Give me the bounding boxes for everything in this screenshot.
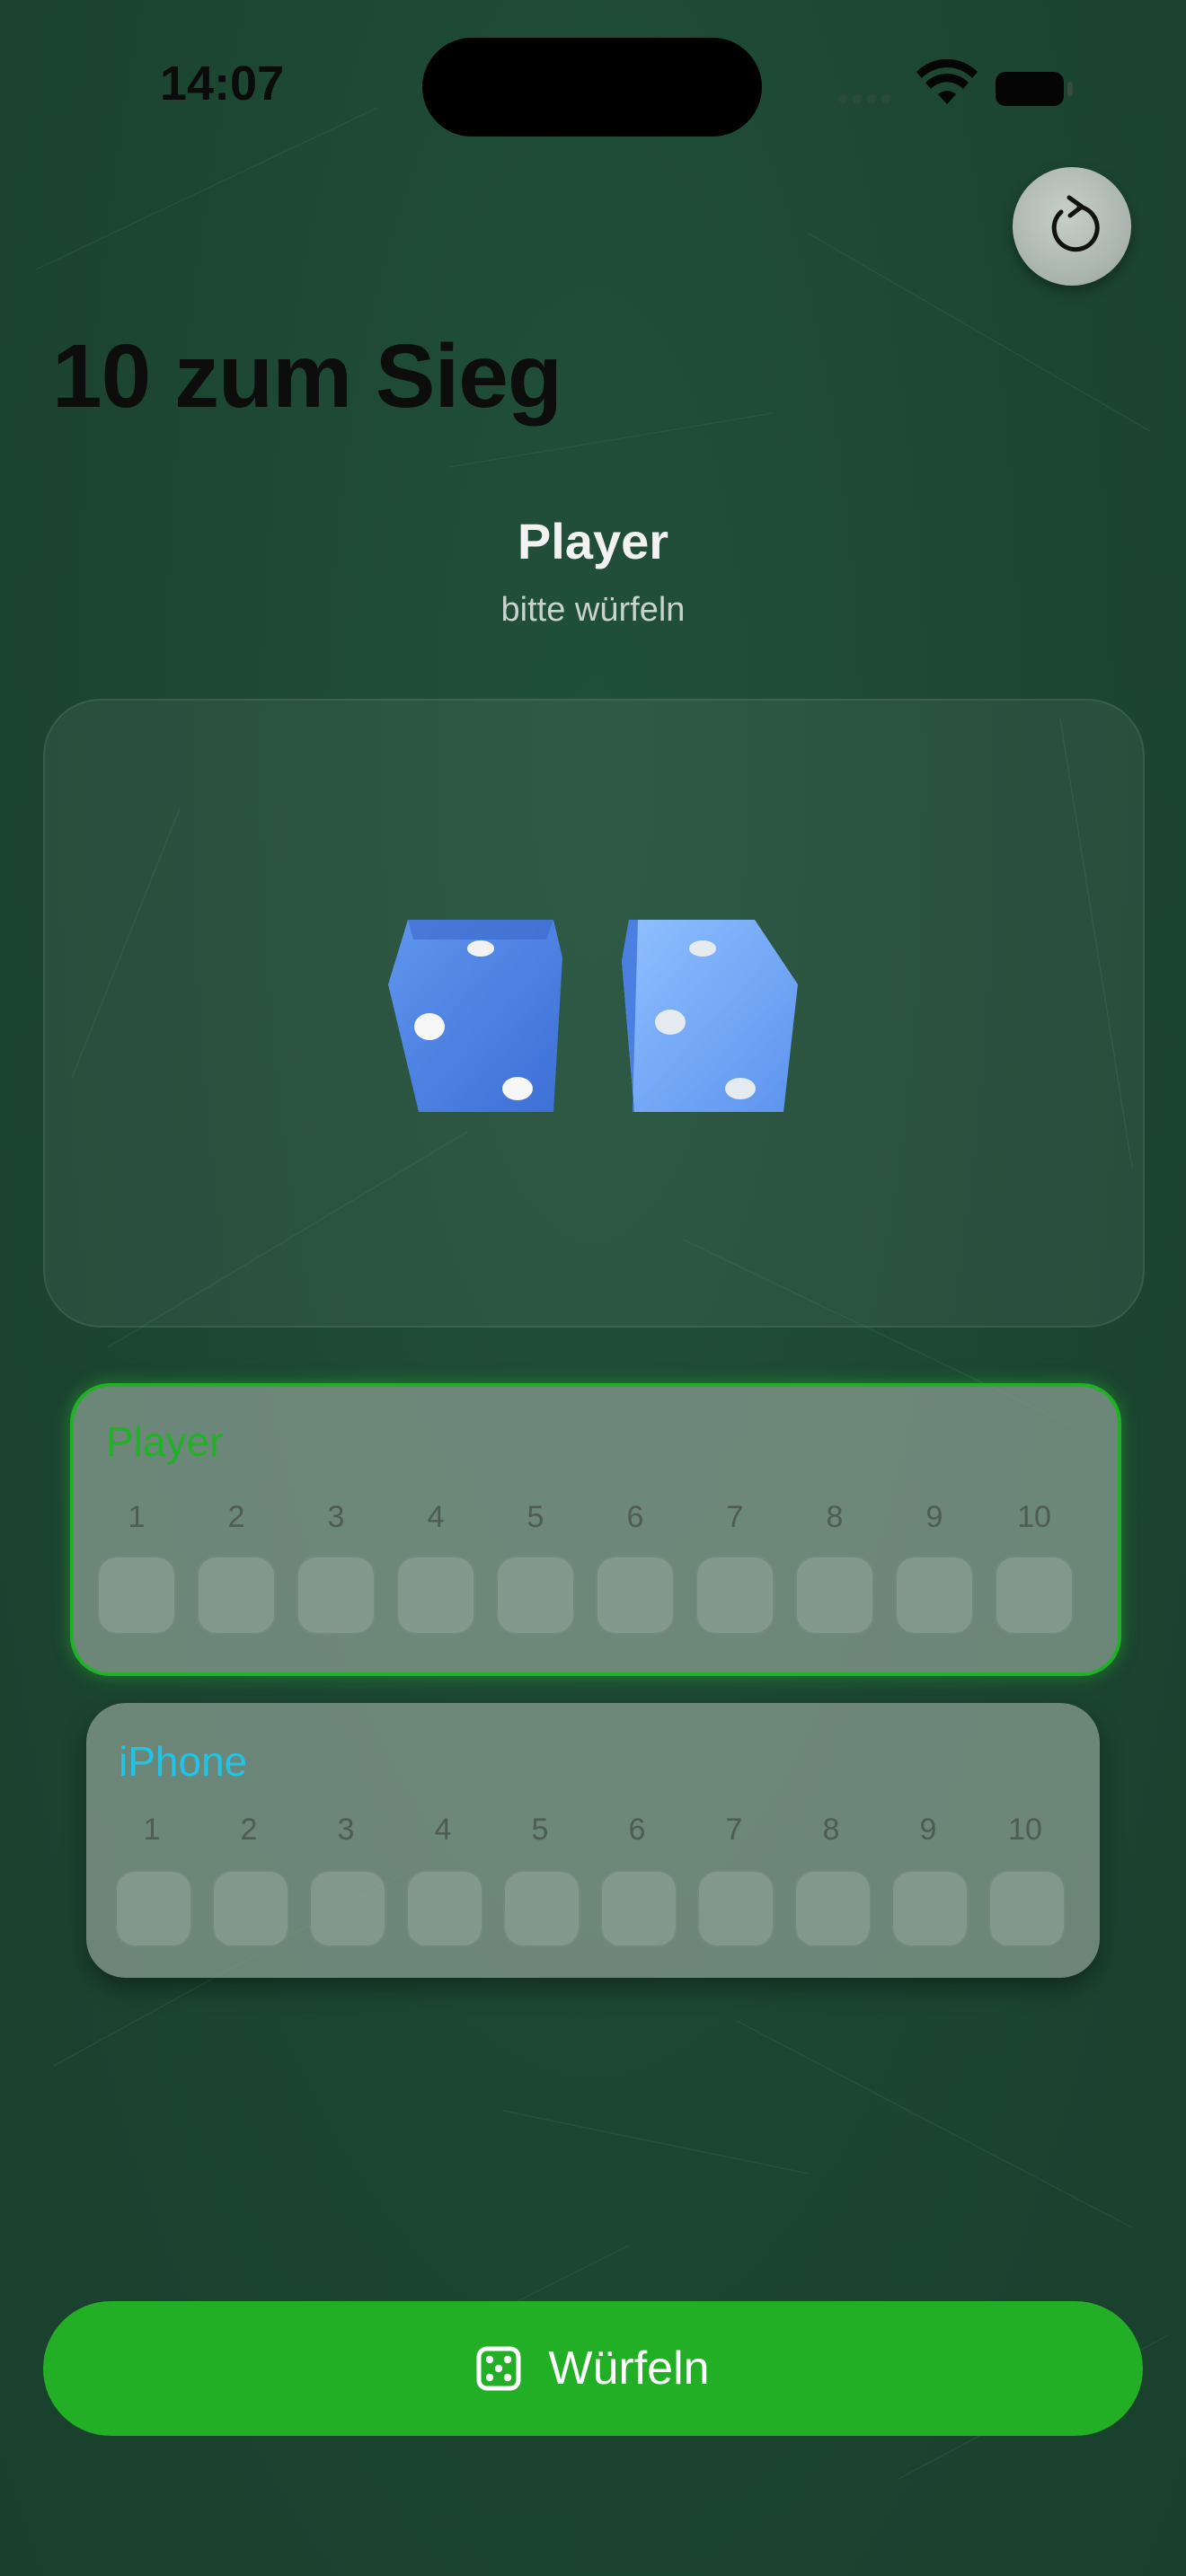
die-icon — [476, 2346, 521, 2391]
pip — [414, 1013, 445, 1040]
slot-number: 5 — [527, 1500, 544, 1534]
die-right — [622, 920, 798, 1112]
signal-icon — [838, 94, 890, 103]
score-slot — [995, 1556, 1074, 1635]
turn-status: bitte würfeln — [500, 591, 686, 629]
score-slot — [596, 1556, 675, 1635]
score-slot — [212, 1870, 289, 1947]
dynamic-island — [422, 38, 762, 137]
pip — [467, 940, 494, 957]
slot-number: 9 — [925, 1500, 943, 1534]
opponent-name: iPhone — [119, 1738, 248, 1785]
slot-number: 7 — [725, 1813, 743, 1847]
iphone-score-card: iPhone 1 2 3 4 5 6 7 8 9 10 — [86, 1703, 1100, 1978]
counterclockwise-arrow-icon — [1051, 195, 1100, 252]
slot-number: 4 — [434, 1813, 452, 1847]
score-slot — [695, 1556, 774, 1635]
player-name: Player — [106, 1418, 224, 1465]
slot-number: 5 — [531, 1813, 549, 1847]
slot-number: 2 — [240, 1813, 258, 1847]
score-slot — [503, 1870, 580, 1947]
score-slot — [795, 1556, 874, 1635]
slot-number: 4 — [427, 1500, 445, 1534]
slot-number: 9 — [919, 1813, 937, 1847]
slot-number: 1 — [143, 1813, 161, 1847]
roll-dice-button[interactable]: Würfeln — [43, 2301, 1143, 2436]
slot-number: 7 — [726, 1500, 744, 1534]
current-player-name: Player — [517, 513, 669, 569]
score-slot — [895, 1556, 974, 1635]
dice-area — [388, 920, 798, 1112]
slot-number: 1 — [128, 1500, 146, 1534]
status-time: 14:07 — [160, 57, 285, 110]
slot-number: 8 — [822, 1813, 840, 1847]
score-slot — [396, 1556, 475, 1635]
wifi-icon — [916, 59, 978, 104]
slot-number: 3 — [337, 1813, 355, 1847]
score-slot — [97, 1556, 176, 1635]
pip — [655, 1010, 686, 1035]
score-slot — [296, 1556, 376, 1635]
score-slot — [115, 1870, 192, 1947]
score-slot — [988, 1870, 1066, 1947]
slot-number: 3 — [327, 1500, 345, 1534]
score-slot — [197, 1556, 276, 1635]
roll-button-label: Würfeln — [548, 2342, 710, 2395]
slot-number: 6 — [628, 1813, 646, 1847]
pip — [725, 1078, 756, 1099]
battery-icon — [996, 72, 1073, 106]
slot-number: 2 — [227, 1500, 245, 1534]
score-slot — [496, 1556, 575, 1635]
pip — [502, 1077, 533, 1100]
slot-number: 8 — [826, 1500, 844, 1534]
reset-button[interactable] — [1013, 167, 1131, 286]
slot-number: 6 — [626, 1500, 644, 1534]
score-slot — [309, 1870, 386, 1947]
page-title: 10 zum Sieg — [52, 326, 562, 427]
score-slot — [891, 1870, 969, 1947]
pip — [689, 940, 716, 957]
player-score-card: Player 1 2 3 4 5 6 7 8 9 10 — [70, 1383, 1121, 1676]
score-slot — [406, 1870, 483, 1947]
score-slot — [697, 1870, 774, 1947]
slot-number: 10 — [1008, 1813, 1042, 1847]
die-left — [388, 920, 562, 1112]
status-icons — [838, 59, 1073, 106]
slot-number: 10 — [1017, 1500, 1051, 1534]
score-slot — [600, 1870, 677, 1947]
score-slot — [794, 1870, 872, 1947]
